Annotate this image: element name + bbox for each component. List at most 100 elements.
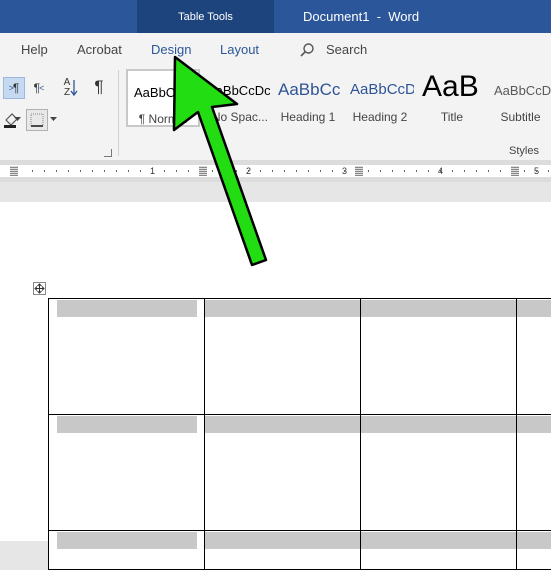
ruler-tick — [368, 170, 369, 172]
ruler-tick — [392, 170, 393, 172]
style-heading-1-caption: Heading 1 — [280, 110, 336, 124]
style-subtitle-preview: AaBbCcD — [494, 83, 551, 98]
ruler-tick — [248, 170, 249, 172]
table-cell[interactable] — [516, 530, 551, 570]
ruler-tick — [44, 170, 45, 172]
title-bar: Table Tools Document1 - Word — [0, 0, 551, 33]
ruler-tick — [32, 170, 33, 172]
style-no-spacing[interactable]: AaBbCcDc ¶ No Spac... — [200, 69, 270, 127]
ruler-tick — [212, 170, 213, 172]
ruler-tick — [224, 170, 225, 172]
ruler-tick — [404, 170, 405, 172]
ruler-tick — [416, 170, 417, 172]
ribbon-tab-bar: Help Acrobat Design Layout Search — [0, 33, 551, 66]
table-cell[interactable] — [48, 530, 205, 570]
table-cell[interactable] — [516, 298, 551, 415]
borders-icon — [30, 113, 44, 127]
table-cell[interactable] — [204, 530, 361, 570]
style-heading-1[interactable]: AaBbCc Heading 1 — [272, 69, 344, 127]
ruler-tick — [56, 170, 57, 172]
cell-shading — [57, 300, 197, 317]
ruler-tick — [104, 170, 105, 172]
sort-arrow-icon — [70, 80, 78, 97]
style-title-preview: AaB — [422, 70, 479, 103]
borders-dropdown-icon[interactable] — [50, 117, 57, 122]
style-normal[interactable]: AaBbCcDc ¶ Normal — [126, 69, 200, 127]
ruler-tick — [308, 170, 309, 172]
style-heading-2[interactable]: AaBbCcD Heading 2 — [346, 69, 414, 127]
style-heading-2-preview: AaBbCcD — [350, 81, 414, 98]
ruler-tick — [188, 170, 189, 172]
ruler-tick — [320, 170, 321, 172]
cell-shading — [205, 416, 360, 433]
table-move-handle[interactable] — [33, 282, 46, 295]
cell-shading — [57, 416, 197, 433]
ruler-tick — [68, 170, 69, 172]
styles-group-label: Styles — [509, 145, 539, 157]
paragraph-dialog-launcher[interactable] — [104, 149, 112, 157]
ruler-tick — [452, 170, 453, 172]
ruler-tick — [296, 170, 297, 172]
cell-shading — [205, 300, 360, 317]
search-box[interactable]: Search — [326, 33, 367, 66]
table-cell[interactable] — [516, 414, 551, 531]
table-cell[interactable] — [360, 414, 517, 531]
ruler-tick — [80, 170, 81, 172]
style-title[interactable]: AaB Title — [416, 69, 488, 127]
tab-design[interactable]: Design — [151, 33, 191, 66]
style-normal-preview: AaBbCcDc — [134, 85, 198, 100]
table-cell[interactable] — [48, 298, 205, 415]
ruler-tick — [344, 170, 345, 172]
tab-layout[interactable]: Layout — [220, 33, 259, 66]
ltr-direction-button[interactable]: > ¶ — [3, 77, 25, 99]
horizontal-ruler[interactable]: 1 2 3 4 5 — [0, 165, 551, 177]
style-no-spacing-caption: ¶ No Spac... — [202, 110, 268, 124]
page-gap — [0, 182, 551, 202]
ruler-tick — [548, 170, 549, 172]
ruler-tick — [464, 170, 465, 172]
ruler-column-marker[interactable] — [511, 166, 519, 176]
style-normal-caption: ¶ Normal — [138, 112, 188, 126]
ruler-tick — [236, 170, 237, 172]
group-separator — [118, 70, 119, 156]
ltr-paragraph-icon: ¶ — [12, 81, 20, 95]
cell-shading — [517, 300, 551, 317]
ruler-column-marker[interactable] — [10, 166, 18, 176]
ruler-tick — [536, 170, 537, 172]
table-cell[interactable] — [48, 414, 205, 531]
ruler-tick — [272, 170, 273, 172]
ruler-tick — [284, 170, 285, 172]
rtl-direction-button[interactable]: ¶ < — [28, 77, 50, 99]
table-cell[interactable] — [204, 298, 361, 415]
style-title-caption: Title — [440, 110, 464, 124]
document-title: Document1 - Word — [303, 9, 420, 24]
ruler-tick — [116, 170, 117, 172]
search-icon[interactable] — [299, 42, 315, 58]
table-tools-label: Table Tools — [137, 0, 274, 33]
table-cell[interactable] — [360, 530, 517, 570]
style-heading-2-caption: Heading 2 — [352, 110, 408, 124]
ruler-column-marker[interactable] — [199, 166, 207, 176]
move-cross-icon — [34, 283, 45, 294]
shading-dropdown-icon[interactable] — [14, 117, 21, 122]
ruler-tick — [128, 170, 129, 172]
style-subtitle-caption: Subtitle — [500, 110, 541, 124]
style-no-spacing-preview: AaBbCcDc — [207, 83, 270, 98]
tab-help[interactable]: Help — [21, 33, 48, 66]
pilcrow-icon: ¶ — [94, 77, 104, 96]
ruler-tick — [260, 170, 261, 172]
style-subtitle[interactable]: AaBbCcD Subtitle — [490, 69, 551, 127]
ruler-tick — [152, 170, 153, 172]
cell-shading — [361, 300, 516, 317]
borders-button[interactable] — [26, 109, 48, 131]
show-hide-marks-button[interactable]: ¶ — [88, 76, 110, 98]
ruler-tick — [476, 170, 477, 172]
tab-acrobat[interactable]: Acrobat — [77, 33, 122, 66]
ribbon: > ¶ ¶ < A Z ¶ AaBbCcDc ¶ Normal AaBbCcDc… — [0, 66, 551, 160]
table-cell[interactable] — [360, 298, 517, 415]
ruler-column-marker[interactable] — [355, 166, 363, 176]
ruler-tick — [92, 170, 93, 172]
ruler-tick — [428, 170, 429, 172]
ruler-tick — [488, 170, 489, 172]
table-cell[interactable] — [204, 414, 361, 531]
